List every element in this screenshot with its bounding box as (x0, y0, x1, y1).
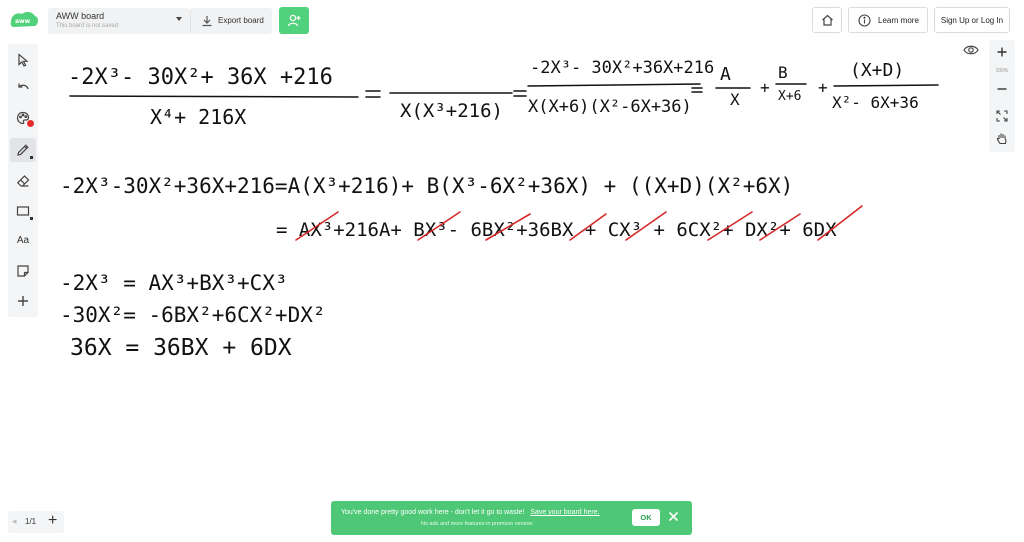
home-button[interactable] (812, 7, 842, 33)
handwriting-line-5: -30X²= -6BX²+6CX²+DX² (60, 303, 326, 327)
active-color-swatch (27, 120, 34, 127)
color-picker-tool[interactable] (10, 106, 36, 130)
svg-text:+: + (818, 78, 828, 97)
handwriting-fraction-2: X(X³+216) (389, 92, 513, 122)
home-icon (822, 14, 833, 26)
close-icon[interactable] (668, 511, 679, 522)
board-name: AWW board (56, 11, 105, 21)
toast-message: You've done pretty good work here - don'… (341, 509, 525, 516)
pencil-tool[interactable] (10, 138, 36, 162)
toast-message-row: You've done pretty good work here - don'… (341, 509, 600, 516)
svg-text:X⁴+ 216X: X⁴+ 216X (150, 105, 246, 129)
svg-text:-2X³- 30X²+36X+216: -2X³- 30X²+36X+216 (530, 58, 714, 78)
page-navigator: ◂ 1/1 + (8, 511, 64, 533)
add-page-button[interactable]: + (48, 512, 57, 530)
tool-options-indicator (30, 156, 33, 159)
sticky-note-icon (17, 265, 29, 277)
fit-screen-icon[interactable] (996, 110, 1008, 122)
svg-text:-2X³- 30X²+ 36X +216: -2X³- 30X²+ 36X +216 (68, 65, 333, 90)
export-board-button[interactable]: Export board (190, 8, 272, 34)
eraser-icon (16, 175, 30, 187)
tool-options-indicator (30, 217, 33, 220)
svg-text:(X+D): (X+D) (850, 60, 904, 81)
info-icon (858, 14, 871, 27)
svg-text:+: + (760, 78, 770, 97)
signup-login-button[interactable]: Sign Up or Log In (934, 7, 1010, 33)
svg-text:X+6: X+6 (778, 89, 801, 104)
zoom-controls: 100% (989, 40, 1015, 152)
handwriting-line-3: = AX³+216A+ BX³- 6BX²+36BX + CX³ + 6CX²+… (276, 205, 863, 241)
svg-text:X: X (730, 90, 740, 109)
handwriting-fraction-1: -2X³- 30X²+ 36X +216 X⁴+ 216X (68, 65, 359, 129)
svg-text:aww: aww (15, 18, 31, 25)
signup-login-label: Sign Up or Log In (940, 16, 1004, 25)
board-save-status: This board is not saved (56, 23, 119, 29)
tool-palette: Aa (8, 44, 38, 317)
more-tools-button[interactable] (10, 289, 36, 313)
undo-icon (18, 83, 29, 90)
text-icon: Aa (16, 235, 30, 246)
select-tool[interactable] (10, 48, 36, 72)
sticky-note-tool[interactable] (10, 259, 36, 283)
pan-hand-icon[interactable] (996, 132, 1008, 145)
handwriting-line-2: -2X³-30X²+36X+216=A(X³+216)+ B(X³-6X²+36… (60, 174, 793, 198)
svg-text:X²- 6X+36: X²- 6X+36 (832, 93, 919, 112)
svg-text:X(X³+216): X(X³+216) (400, 100, 503, 122)
equals-sign (691, 87, 703, 93)
zoom-in-icon[interactable] (997, 47, 1007, 57)
svg-text:= AX³+216A+ BX³- 6BX²+36BX + C: = AX³+216A+ BX³- 6BX²+36BX + CX³ + 6CX²+… (276, 219, 837, 241)
equals-sign (513, 90, 527, 97)
svg-text:A: A (720, 64, 731, 85)
app-root: -2X³- 30X²+ 36X +216 X⁴+ 216X X(X³+216) … (0, 0, 1024, 542)
board-name-dropdown[interactable]: AWW board This board is not saved (48, 8, 190, 34)
invite-user-button[interactable] (279, 7, 309, 34)
handwriting-line-4: -2X³ = AX³+BX³+CX³ (60, 271, 288, 295)
toast-subtext: No ads and more features in premium vers… (421, 521, 533, 527)
aww-logo-icon[interactable]: aww (8, 10, 40, 32)
download-icon (202, 16, 212, 27)
handwriting-partial-fractions: A X + B X+6 + (X+D) X²- 6X+36 (715, 60, 939, 112)
handwriting-line-6: 36X = 36BX + 6DX (70, 335, 292, 361)
pencil-icon (17, 144, 29, 156)
equals-sign (365, 90, 381, 98)
handwriting-fraction-3: -2X³- 30X²+36X+216 X(X+6)(X²-6X+36) (527, 58, 714, 117)
chevron-down-icon (176, 17, 182, 21)
page-indicator: 1/1 (25, 517, 37, 526)
zoom-out-icon[interactable] (997, 84, 1007, 94)
add-user-icon (287, 14, 301, 27)
add-icon (18, 296, 28, 306)
undo-tool[interactable] (10, 77, 36, 101)
learn-more-label: Learn more (878, 16, 919, 25)
whiteboard-canvas[interactable]: -2X³- 30X²+ 36X +216 X⁴+ 216X X(X³+216) … (0, 0, 1024, 542)
save-board-link[interactable]: Save your board here. (530, 509, 599, 516)
svg-text:B: B (778, 63, 788, 82)
rectangle-icon (16, 206, 30, 216)
learn-more-button[interactable]: Learn more (848, 7, 928, 33)
toast-ok-button[interactable]: OK (632, 509, 660, 526)
export-board-label: Export board (218, 16, 264, 25)
save-reminder-toast: You've done pretty good work here - don'… (331, 501, 692, 535)
eye-icon[interactable] (963, 44, 979, 56)
zoom-level: 100% (995, 68, 1009, 74)
previous-page-icon[interactable]: ◂ (12, 516, 17, 527)
svg-text:X(X+6)(X²-6X+36): X(X+6)(X²-6X+36) (528, 97, 692, 117)
shape-tool[interactable] (10, 199, 36, 223)
pointer-icon (18, 53, 29, 67)
eraser-tool[interactable] (10, 169, 36, 193)
text-tool[interactable]: Aa (10, 229, 36, 253)
